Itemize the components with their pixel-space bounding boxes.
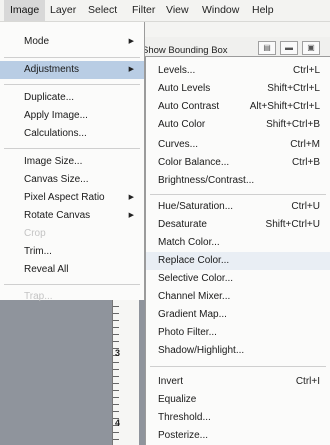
menu-select[interactable]: Select bbox=[82, 0, 123, 21]
ruler-number: 3 bbox=[115, 348, 121, 358]
menu-separator bbox=[4, 57, 140, 58]
menu-item-levels[interactable]: Levels... Ctrl+L bbox=[146, 62, 330, 80]
menu-item-threshold[interactable]: Threshold... bbox=[146, 409, 330, 427]
menu-item-match-color[interactable]: Match Color... bbox=[146, 234, 330, 252]
menu-item-label: Invert bbox=[158, 376, 184, 387]
shortcut-label: Ctrl+I bbox=[295, 376, 320, 387]
menu-item-replace-color[interactable]: Replace Color... bbox=[146, 252, 330, 270]
shortcut-label: Shift+Ctrl+B bbox=[266, 119, 320, 130]
menu-item-crop: Crop bbox=[24, 228, 46, 239]
submenu-arrow-icon: ▶ bbox=[128, 212, 134, 219]
menu-item-label: Mode bbox=[24, 36, 50, 47]
menu-item-label: Desaturate bbox=[158, 219, 207, 230]
adjustments-submenu: Levels... Ctrl+L Auto Levels Shift+Ctrl+L … bbox=[145, 56, 330, 445]
menu-item-posterize[interactable]: Posterize... bbox=[146, 427, 330, 445]
menu-item-calculations[interactable]: Calculations... bbox=[0, 125, 144, 143]
menu-item-label: Match Color... bbox=[158, 237, 220, 248]
menu-item-rotate-canvas[interactable]: Rotate Canvas ▶ bbox=[0, 207, 144, 225]
shortcut-label: Ctrl+M bbox=[290, 139, 320, 150]
menu-window[interactable]: Window bbox=[196, 0, 245, 21]
show-bounding-box-label[interactable]: Show Bounding Box bbox=[142, 45, 228, 56]
menu-item-label: Brightness/Contrast... bbox=[158, 175, 255, 186]
menu-separator bbox=[150, 366, 326, 367]
menu-item-auto-contrast[interactable]: Auto Contrast Alt+Shift+Ctrl+L bbox=[146, 98, 330, 116]
menu-bar: Image Layer Select Filter View Window He… bbox=[0, 0, 330, 22]
submenu-arrow-icon: ▶ bbox=[128, 66, 134, 73]
shortcut-label: Alt+Shift+Ctrl+L bbox=[249, 101, 320, 112]
menu-item-label: Color Balance... bbox=[158, 157, 230, 168]
menu-item-adjustments[interactable]: Adjustments ▶ bbox=[0, 61, 144, 79]
menu-item-label: Levels... bbox=[158, 65, 196, 76]
menu-item-label: Equalize bbox=[158, 394, 197, 405]
menu-item-label: Pixel Aspect Ratio bbox=[24, 192, 105, 203]
menu-item-canvas-size[interactable]: Canvas Size... bbox=[0, 171, 144, 189]
menu-item-brightness-contrast[interactable]: Brightness/Contrast... bbox=[146, 172, 330, 190]
menu-item-hue-saturation[interactable]: Hue/Saturation... Ctrl+U bbox=[146, 198, 330, 216]
menu-item-label: Gradient Map... bbox=[158, 309, 227, 320]
shortcut-label: Shift+Ctrl+U bbox=[265, 219, 320, 230]
menu-item-duplicate[interactable]: Duplicate... bbox=[0, 89, 144, 107]
menu-item-label: Auto Color bbox=[158, 119, 206, 130]
align-buttons: ▤ ▬ ▣ bbox=[258, 41, 324, 57]
menu-help[interactable]: Help bbox=[246, 0, 280, 21]
menu-separator bbox=[4, 284, 140, 285]
menu-item-color-balance[interactable]: Color Balance... Ctrl+B bbox=[146, 154, 330, 172]
menu-item-selective-color[interactable]: Selective Color... bbox=[146, 270, 330, 288]
menu-view[interactable]: View bbox=[160, 0, 195, 21]
menu-item-label: Rotate Canvas bbox=[24, 210, 91, 221]
shortcut-label: Ctrl+U bbox=[291, 201, 320, 212]
menu-item-apply-image[interactable]: Apply Image... bbox=[0, 107, 144, 125]
submenu-arrow-icon: ▶ bbox=[128, 194, 134, 201]
menu-separator bbox=[4, 148, 140, 149]
menu-item-label: Hue/Saturation... bbox=[158, 201, 234, 212]
align-bottom-icon[interactable]: ▣ bbox=[302, 41, 320, 55]
menu-item-label: Shadow/Highlight... bbox=[158, 345, 245, 356]
menu-item-invert[interactable]: Invert Ctrl+I bbox=[146, 373, 330, 391]
menu-item-label: Posterize... bbox=[158, 430, 209, 441]
align-top-icon[interactable]: ▤ bbox=[258, 41, 276, 55]
menu-item-label: Auto Levels bbox=[158, 83, 211, 94]
shortcut-label: Ctrl+L bbox=[293, 65, 320, 76]
image-menu: Mode ▶ Adjustments ▶ Duplicate... Apply Im… bbox=[0, 22, 145, 302]
ruler-number: 4 bbox=[115, 418, 121, 428]
menu-item-auto-color[interactable]: Auto Color Shift+Ctrl+B bbox=[146, 116, 330, 134]
align-middle-icon[interactable]: ▬ bbox=[280, 41, 298, 55]
menu-item-label: Threshold... bbox=[158, 412, 211, 423]
menu-item-auto-levels[interactable]: Auto Levels Shift+Ctrl+L bbox=[146, 80, 330, 98]
menu-item-photo-filter[interactable]: Photo Filter... bbox=[146, 324, 330, 342]
menu-filter[interactable]: Filter bbox=[126, 0, 161, 21]
menu-item-desaturate[interactable]: Desaturate Shift+Ctrl+U bbox=[146, 216, 330, 234]
menu-separator bbox=[150, 194, 326, 195]
menu-item-label: Curves... bbox=[158, 139, 199, 150]
menu-image[interactable]: Image bbox=[4, 0, 46, 21]
shortcut-label: Ctrl+B bbox=[291, 157, 320, 168]
menu-item-label: Channel Mixer... bbox=[158, 291, 231, 302]
shortcut-label: Shift+Ctrl+L bbox=[267, 83, 320, 94]
menu-item-label: Adjustments bbox=[24, 64, 80, 75]
menu-item-label: Auto Contrast bbox=[158, 101, 220, 112]
menu-item-curves[interactable]: Curves... Ctrl+M bbox=[146, 136, 330, 154]
menu-item-shadow-highlight[interactable]: Shadow/Highlight... bbox=[146, 342, 330, 360]
menu-item-reveal-all[interactable]: Reveal All bbox=[0, 261, 144, 279]
submenu-arrow-icon: ▶ bbox=[128, 38, 134, 45]
menu-item-label: Replace Color... bbox=[158, 255, 230, 266]
menu-item-pixel-aspect-ratio[interactable]: Pixel Aspect Ratio ▶ bbox=[0, 189, 144, 207]
menu-item-label: Selective Color... bbox=[158, 273, 234, 284]
menu-item-trim[interactable]: Trim... bbox=[0, 243, 144, 261]
menu-item-image-size[interactable]: Image Size... bbox=[0, 153, 144, 171]
menu-item-trap: Trap... bbox=[24, 291, 53, 302]
menu-layer[interactable]: Layer bbox=[44, 0, 82, 21]
menu-separator bbox=[4, 84, 140, 85]
menu-item-mode[interactable]: Mode ▶ bbox=[0, 33, 144, 51]
menu-item-gradient-map[interactable]: Gradient Map... bbox=[146, 306, 330, 324]
menu-item-channel-mixer[interactable]: Channel Mixer... bbox=[146, 288, 330, 306]
menu-item-label: Photo Filter... bbox=[158, 327, 217, 338]
menu-item-equalize[interactable]: Equalize bbox=[146, 391, 330, 409]
vertical-ruler: 3 4 bbox=[112, 300, 139, 445]
